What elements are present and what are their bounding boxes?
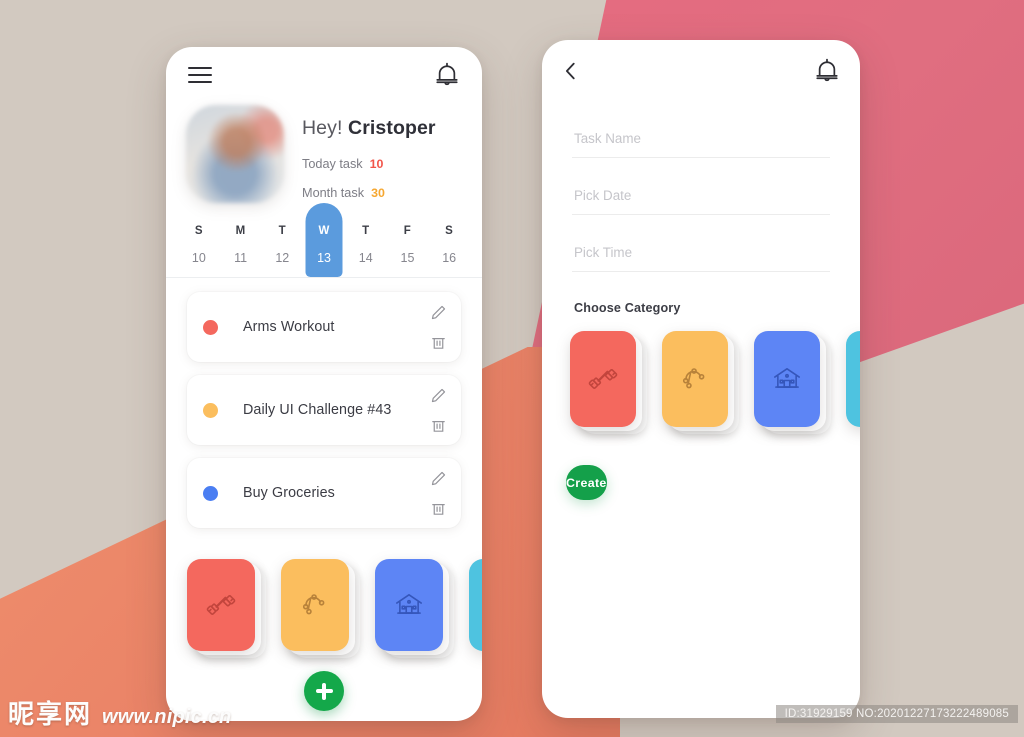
pencil-edit-icon[interactable] — [430, 304, 447, 321]
notification-bell-icon[interactable] — [814, 57, 840, 85]
category-card-design[interactable] — [281, 559, 349, 651]
week-day-number: 14 — [358, 251, 373, 265]
pick-date-input[interactable] — [572, 188, 830, 215]
task-title: Buy Groceries — [243, 485, 335, 501]
week-day-mon-11[interactable]: M 11 — [220, 217, 262, 265]
stat-month-value: 30 — [371, 186, 385, 200]
pencil-edit-icon[interactable] — [430, 470, 447, 487]
week-day-number: 11 — [234, 251, 248, 265]
week-calendar-strip: S 10 M 11 T 12 W 13 T 14 F 15 S 16 — [166, 203, 482, 278]
week-day-number: 12 — [275, 251, 290, 265]
category-card-wrapper — [281, 559, 360, 658]
task-color-dot — [203, 319, 218, 335]
task-title: Arms Workout — [243, 319, 335, 335]
home-screen-phone: Hey! Cristoper Today task 10 Month task 30… — [166, 47, 482, 721]
house-icon — [773, 368, 801, 388]
pen-tool-icon — [302, 594, 325, 615]
create-button[interactable]: Create — [566, 465, 607, 500]
week-day-label: F — [403, 225, 412, 237]
category-card-wrapper — [754, 331, 831, 434]
selected-day-pill — [305, 203, 343, 277]
create-category-strip — [542, 315, 860, 434]
greeting-row: Hey! Cristoper Today task 10 Month task 30 — [166, 105, 482, 203]
avatar[interactable] — [186, 105, 284, 203]
fab-row — [166, 671, 482, 711]
choose-category-label: Choose Category — [574, 301, 681, 315]
home-topbar — [166, 47, 482, 103]
greeting-line: Hey! Cristoper — [302, 117, 436, 140]
category-card-workout[interactable] — [187, 559, 255, 651]
create-topbar — [542, 40, 860, 102]
week-day-fri-15[interactable]: F 15 — [387, 217, 429, 265]
category-card-wrapper — [570, 331, 647, 434]
category-card-wrapper-partial — [846, 331, 860, 427]
pick-time-input[interactable] — [572, 245, 830, 272]
trash-delete-icon[interactable] — [430, 417, 447, 434]
week-day-sun-10[interactable]: S 10 — [178, 217, 220, 265]
task-list: Arms Workout Daily UI Challenge #43 Buy … — [166, 278, 482, 528]
hamburger-menu-icon[interactable] — [188, 62, 212, 89]
week-day-label: T — [278, 225, 286, 237]
week-day-thu-14[interactable]: T 14 — [345, 217, 387, 265]
create-task-form: Choose Category — [542, 102, 860, 315]
create-task-phone: Choose Category — [542, 40, 860, 718]
pencil-edit-icon[interactable] — [430, 387, 447, 404]
task-row[interactable]: Arms Workout — [187, 292, 461, 362]
stat-today-value: 10 — [369, 157, 384, 171]
plus-icon — [322, 682, 326, 700]
task-row[interactable]: Daily UI Challenge #43 — [187, 375, 461, 445]
week-day-number: 16 — [442, 251, 457, 265]
category-card-wrapper — [662, 331, 739, 434]
trash-delete-icon[interactable] — [430, 500, 447, 517]
category-card-wrapper — [375, 559, 454, 658]
field-pick-date — [572, 187, 830, 215]
back-chevron-icon[interactable] — [560, 60, 582, 82]
week-day-label: T — [362, 225, 370, 237]
house-icon — [395, 594, 423, 614]
dumbbell-icon — [588, 369, 618, 389]
task-actions — [430, 470, 447, 517]
week-day-label: S — [194, 225, 203, 237]
category-card-wrapper — [187, 559, 266, 658]
category-card-wrapper-partial — [469, 559, 482, 651]
field-task-name — [572, 130, 830, 158]
week-day-number: 13 — [317, 251, 331, 265]
home-category-strip — [166, 541, 482, 658]
category-card-partial[interactable] — [846, 331, 860, 427]
week-day-label: S — [445, 225, 454, 237]
stat-month-label: Month task — [302, 186, 365, 200]
category-card-partial[interactable] — [469, 559, 482, 651]
field-pick-time — [572, 244, 830, 272]
week-day-wed-13-selected[interactable]: W 13 — [303, 203, 345, 277]
user-name: Cristoper — [348, 117, 436, 139]
category-card-home[interactable] — [754, 331, 820, 427]
category-card-home[interactable] — [375, 559, 443, 651]
category-card-design[interactable] — [662, 331, 728, 427]
task-actions — [430, 304, 447, 351]
task-name-input[interactable] — [572, 131, 830, 158]
add-task-fab[interactable] — [304, 671, 344, 711]
week-day-number: 15 — [400, 251, 415, 265]
category-card-workout[interactable] — [570, 331, 636, 427]
week-day-number: 10 — [191, 251, 206, 265]
greeting-text-block: Hey! Cristoper Today task 10 Month task 30 — [284, 105, 436, 200]
stat-month-task: Month task 30 — [302, 186, 436, 200]
stat-today-label: Today task — [302, 157, 363, 171]
dumbbell-icon — [206, 595, 236, 615]
screenshot-canvas: Hey! Cristoper Today task 10 Month task 30… — [0, 0, 1024, 737]
greeting-prefix: Hey! — [302, 117, 343, 139]
week-day-sat-16[interactable]: S 16 — [428, 217, 470, 265]
pen-tool-icon — [682, 368, 705, 389]
notification-bell-icon[interactable] — [434, 61, 460, 89]
trash-delete-icon[interactable] — [430, 334, 447, 351]
task-title: Daily UI Challenge #43 — [243, 402, 392, 418]
stat-today-task: Today task 10 — [302, 157, 436, 171]
task-color-dot — [203, 402, 218, 418]
task-actions — [430, 387, 447, 434]
task-row[interactable]: Buy Groceries — [187, 458, 461, 528]
week-day-label: M — [235, 225, 246, 237]
task-color-dot — [203, 485, 218, 501]
week-day-tue-12[interactable]: T 12 — [261, 217, 303, 265]
week-day-label: W — [318, 225, 330, 237]
